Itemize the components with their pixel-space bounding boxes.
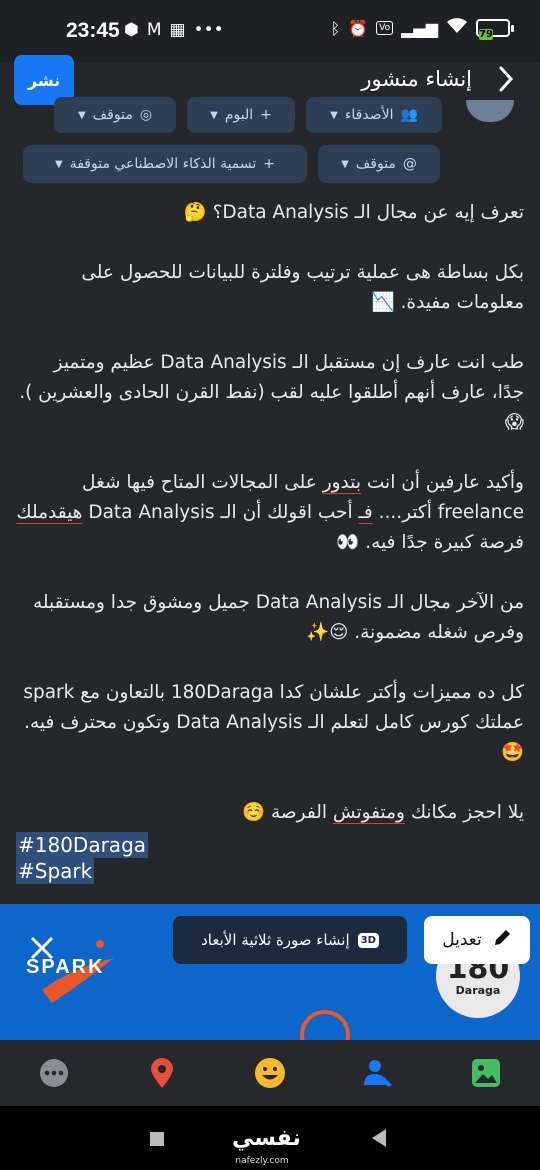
tag-people-button[interactable] (358, 1053, 398, 1093)
target-graphic (300, 1010, 350, 1040)
composer-toolbar (0, 1040, 540, 1106)
edit-label: تعديل (442, 930, 482, 950)
audience-friends-label: الأصدقاء (344, 107, 394, 123)
create-3d-label: إنشاء صورة ثلاثية الأبعاد (201, 931, 350, 949)
chevron-down-icon: ▼ (330, 109, 338, 121)
post-paragraph: طب انت عارف إن مستقبل الـ Data Analysis … (19, 352, 524, 433)
post-paragraph: من الآخر مجال الـ Data Analysis جميل ومش… (33, 592, 524, 643)
threads-chip[interactable]: @ متوقف ▼ (318, 145, 440, 183)
chevron-down-icon: ▼ (55, 158, 63, 170)
post-text-editor[interactable]: تعرف إيه عن مجال الـ Data Analysis؟ 🤔 بك… (16, 198, 524, 858)
misspelled-word[interactable]: فـ (358, 502, 372, 523)
signal-icon: ▂▄▆ (401, 18, 438, 38)
feeling-button[interactable] (250, 1053, 290, 1093)
instagram-icon: ◎ (139, 107, 153, 123)
pencil-icon (492, 928, 512, 953)
page-title: إنشاء منشور (361, 67, 472, 91)
post-paragraph: يلا احجز مكانك ومتفوتش الفرصة ☺️ (242, 802, 524, 823)
tag-people-icon (364, 1060, 392, 1087)
chevron-down-icon: ▼ (210, 109, 218, 121)
threads-status-label: متوقف (355, 156, 396, 172)
friends-icon: 👥 (400, 107, 418, 123)
more-icon (40, 1059, 68, 1087)
hashtag[interactable]: #180Daraga (16, 832, 149, 858)
ai-label-text: تسمية الذكاء الاصطناعي متوقفة (69, 156, 257, 172)
audience-friends-chip[interactable]: 👥 الأصدقاء ▼ (306, 97, 442, 133)
album-chip[interactable]: + البوم ▼ (187, 97, 295, 133)
instagram-chip[interactable]: ◎ متوقف ▼ (54, 97, 176, 133)
bluetooth-icon: ᛒ (330, 18, 341, 38)
hashtags: #180Daraga #Spark (16, 832, 149, 884)
create-3d-photo-button[interactable]: 3D إنشاء صورة ثلاثية الأبعاد (173, 916, 407, 964)
post-paragraph: كل ده مميزات وأكتر علشان كدا 180Daraga ب… (23, 682, 524, 763)
edit-photo-button[interactable]: تعديل (424, 916, 530, 964)
recents-button[interactable] (150, 1132, 164, 1146)
alarm-icon: ⏰ (348, 18, 369, 38)
system-icons: ᛒ ⏰ Vo ▂▄▆ 79 (330, 18, 514, 40)
notification-icons: ⬢ M ▦ ••• (124, 20, 224, 40)
emoji-icon (255, 1058, 285, 1088)
calendar-icon: ▦ (169, 20, 186, 40)
misspelled-word[interactable]: هيقدملك (16, 502, 82, 523)
check-in-button[interactable] (142, 1053, 182, 1093)
album-label: البوم (224, 107, 254, 123)
wifi-icon (446, 18, 468, 38)
battery-icon: 79 (476, 19, 514, 40)
more-dots-icon: ••• (193, 20, 224, 40)
photo-icon (472, 1059, 500, 1087)
ai-label-chip[interactable]: + تسمية الذكاء الاصطناعي متوقفة ▼ (23, 145, 307, 183)
3d-icon: 3D (357, 932, 379, 948)
back-arrow-icon[interactable] (492, 64, 518, 94)
post-paragraph: وأكيد عارفين أن انت بتدور على المجالات ا… (16, 472, 524, 553)
location-icon (151, 1058, 173, 1088)
hashtag[interactable]: #Spark (16, 858, 95, 884)
watermark: نفسي nafezly.com (232, 1126, 301, 1167)
chevron-down-icon: ▼ (341, 158, 349, 170)
battery-level: 79 (479, 29, 493, 40)
more-options-button[interactable] (34, 1053, 74, 1093)
post-paragraph: بكل بساطة هى عملية ترتيب وفلترة للبيانات… (81, 262, 524, 313)
chevron-down-icon: ▼ (77, 109, 86, 121)
volte-icon: Vo (376, 21, 394, 35)
gmail-icon: M (146, 20, 162, 40)
post-paragraph: تعرف إيه عن مجال الـ Data Analysis؟ 🤔 (183, 202, 524, 223)
photo-video-button[interactable] (466, 1053, 506, 1093)
spark-logo-text: SPARK (26, 956, 105, 978)
nav-back-button[interactable] (372, 1129, 386, 1147)
status-bar: 23:45 ⬢ M ▦ ••• ᛒ ⏰ Vo ▂▄▆ 79 (0, 0, 540, 62)
threads-icon: @ (402, 156, 417, 172)
misspelled-word[interactable]: بتدور (323, 472, 361, 493)
box-icon: ⬢ (124, 20, 139, 40)
plus-icon: + (260, 107, 272, 123)
avatar (466, 100, 514, 122)
plus-icon: + (263, 156, 276, 172)
misspelled-word[interactable]: ومتفوتش (333, 802, 405, 823)
instagram-status-label: متوقف (92, 107, 133, 123)
clock: 23:45 (66, 19, 120, 42)
